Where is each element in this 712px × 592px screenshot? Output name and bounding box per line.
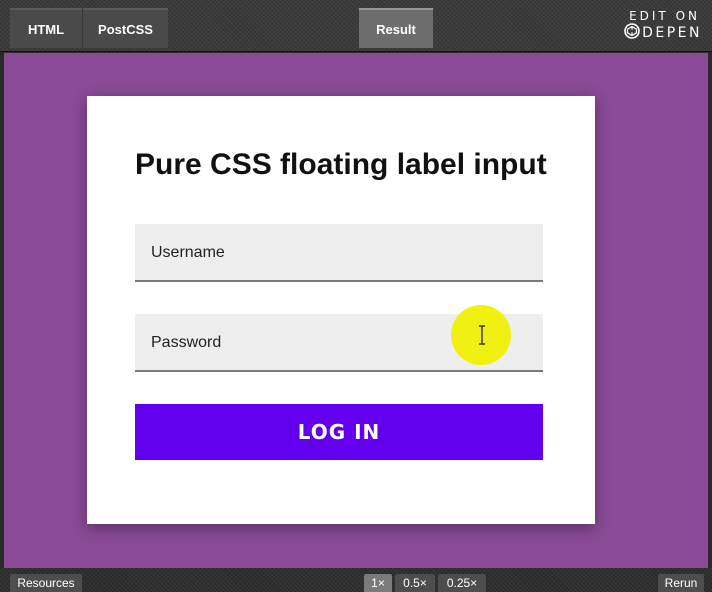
result-preview: Pure CSS floating label input Username P… [4,53,708,568]
codepen-cube-icon [624,22,642,44]
edit-on-label: EDIT ON [629,9,700,23]
editor-toolbar: HTML PostCSS Result EDIT ON DEPEN [0,0,712,52]
codepen-brand-text: DEPEN [642,25,702,41]
tab-html[interactable]: HTML [10,8,82,48]
edit-on-codepen-link[interactable]: EDIT ON DEPEN [602,9,702,45]
login-button[interactable]: LOG IN [135,404,543,460]
codepen-wordmark: DEPEN [602,22,702,44]
footer-toolbar: Resources 1× 0.5× 0.25× Rerun [0,568,712,592]
tab-result[interactable]: Result [359,8,433,48]
username-field[interactable]: Username [135,224,543,282]
zoom-0-5x-button[interactable]: 0.5× [395,574,435,592]
resources-button[interactable]: Resources [10,574,82,592]
rerun-button[interactable]: Rerun [658,574,704,592]
username-label: Username [151,244,225,261]
zoom-0-25x-button[interactable]: 0.25× [438,574,486,592]
password-label: Password [151,334,222,351]
page-title: Pure CSS floating label input [135,148,547,181]
zoom-1x-button[interactable]: 1× [364,574,392,592]
tab-postcss[interactable]: PostCSS [83,8,168,48]
login-card: Pure CSS floating label input Username P… [87,96,595,524]
